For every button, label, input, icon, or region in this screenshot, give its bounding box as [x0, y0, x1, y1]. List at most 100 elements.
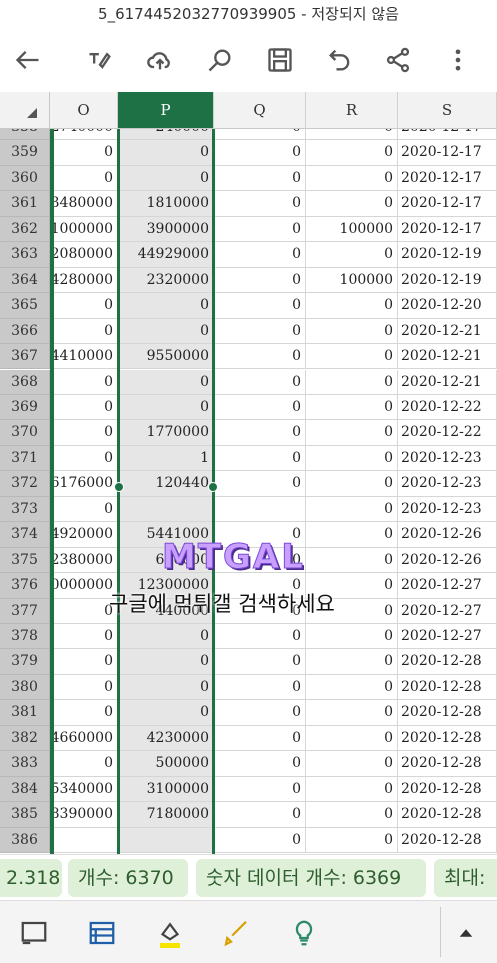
cell-r[interactable]: 0 [306, 318, 398, 345]
cell-o[interactable]: 6176000 [50, 471, 118, 497]
cell-q[interactable]: 0 [214, 674, 306, 701]
cell-s[interactable]: 2020-12-23 [398, 496, 497, 523]
row-header[interactable]: 373 [0, 496, 50, 523]
cell-r[interactable]: 0 [306, 700, 398, 726]
row-header[interactable]: 362 [0, 216, 50, 243]
cell-r[interactable]: 100000 [306, 216, 398, 243]
cell-r[interactable]: 0 [306, 496, 398, 523]
column-header-q[interactable]: Q [214, 92, 306, 129]
cell-o[interactable]: 0 [50, 165, 118, 192]
cell-s[interactable]: 2020-12-23 [398, 471, 497, 497]
cell-p[interactable]: 3900000 [118, 216, 214, 243]
row-header[interactable]: 365 [0, 293, 50, 319]
cell-p[interactable]: 0 [118, 674, 214, 701]
status-chip-max[interactable]: 최대: [434, 859, 497, 897]
cell-r[interactable]: 0 [306, 776, 398, 803]
screen-view-icon[interactable] [16, 915, 52, 951]
cell-q[interactable]: 0 [214, 776, 306, 803]
cell-p[interactable]: 3100000 [118, 776, 214, 803]
cell-p[interactable]: 1770000 [118, 420, 214, 446]
cell-o[interactable]: 2080000 [50, 242, 118, 268]
pen-edit-icon[interactable] [80, 40, 120, 80]
cell-q[interactable]: 0 [214, 369, 306, 395]
row-header[interactable]: 372 [0, 471, 50, 497]
cell-p[interactable]: 120440 [118, 471, 214, 497]
cell-s[interactable]: 2020-12-28 [398, 649, 497, 675]
cell-p[interactable]: 0 [118, 394, 214, 421]
cell-s[interactable]: 2020-12-19 [398, 267, 497, 294]
row-header[interactable]: 379 [0, 649, 50, 675]
cell-o[interactable]: 8390000 [50, 802, 118, 828]
cell-o[interactable]: 2380000 [50, 547, 118, 574]
cell-o[interactable]: 0 [50, 598, 118, 624]
cell-s[interactable]: 2020-12-21 [398, 318, 497, 345]
cell-r[interactable]: 0 [306, 140, 398, 166]
cell-o[interactable]: 0 [50, 293, 118, 319]
cell-s[interactable]: 2020-12-17 [398, 140, 497, 166]
cell-q[interactable]: 0 [214, 191, 306, 217]
cell-r[interactable]: 100000 [306, 267, 398, 294]
row-header[interactable]: 384 [0, 776, 50, 803]
undo-icon[interactable] [320, 40, 360, 80]
cell-r[interactable]: 0 [306, 725, 398, 752]
row-header[interactable]: 381 [0, 700, 50, 726]
cell-q[interactable]: 0 [214, 267, 306, 294]
sheet-list-icon[interactable] [84, 915, 120, 951]
cell-q[interactable]: 0 [214, 242, 306, 268]
cell-q[interactable]: 0 [214, 624, 306, 650]
cell-s[interactable]: 2020-12-28 [398, 802, 497, 828]
column-header-r[interactable]: R [306, 92, 398, 129]
row-header[interactable]: 370 [0, 420, 50, 446]
cell-p[interactable]: 1810000 [118, 191, 214, 217]
cell-q[interactable]: 0 [214, 725, 306, 752]
cell-s[interactable]: 2020-12-23 [398, 445, 497, 472]
cell-r[interactable]: 0 [306, 369, 398, 395]
cell-p[interactable] [118, 827, 214, 854]
cell-s[interactable]: 2020-12-28 [398, 827, 497, 854]
cell-o[interactable] [50, 827, 118, 854]
column-header-p[interactable]: P [118, 92, 214, 129]
cell-o[interactable]: 0 [50, 140, 118, 166]
cell-s[interactable]: 2020-12-17 [398, 216, 497, 243]
cell-s[interactable]: 2020-12-27 [398, 573, 497, 599]
cell-q[interactable]: 0 [214, 344, 306, 370]
cell-o[interactable]: 0 [50, 700, 118, 726]
cell-q[interactable]: 0 [214, 471, 306, 497]
cell-s[interactable]: 2020-12-27 [398, 598, 497, 624]
spreadsheet-grid[interactable]: O P Q R S 3582740000-240000002020-12-173… [0, 92, 497, 854]
status-chip-sum[interactable]: 2.318 [0, 859, 62, 897]
row-header[interactable]: 369 [0, 394, 50, 421]
cell-p[interactable]: 0 [118, 318, 214, 345]
cell-q[interactable]: 0 [214, 420, 306, 446]
cell-p[interactable]: 0 [118, 700, 214, 726]
cell-r[interactable]: 0 [306, 649, 398, 675]
cell-q[interactable]: 0 [214, 293, 306, 319]
cell-s[interactable]: 2020-12-28 [398, 674, 497, 701]
cell-s[interactable]: 2020-12-27 [398, 624, 497, 650]
cell-o[interactable]: 5340000 [50, 776, 118, 803]
cell-o[interactable]: 0 [50, 751, 118, 777]
format-brush-icon[interactable] [218, 915, 254, 951]
cell-q[interactable]: 0 [214, 445, 306, 472]
cell-r[interactable]: 0 [306, 344, 398, 370]
cell-r[interactable]: 0 [306, 191, 398, 217]
cell-o[interactable]: 0 [50, 649, 118, 675]
cell-r[interactable]: 0 [306, 242, 398, 268]
row-header[interactable]: 366 [0, 318, 50, 345]
cell-o[interactable]: 0 [50, 394, 118, 421]
cell-r[interactable]: 0 [306, 674, 398, 701]
cell-q[interactable]: 0 [214, 318, 306, 345]
cell-q[interactable]: 0 [214, 751, 306, 777]
cell-o[interactable]: 4280000 [50, 267, 118, 294]
row-header[interactable]: 371 [0, 445, 50, 472]
cell-s[interactable]: 2020-12-17 [398, 165, 497, 192]
cell-o[interactable]: 0 [50, 420, 118, 446]
cell-r[interactable]: 0 [306, 293, 398, 319]
selection-handle-left[interactable] [114, 482, 124, 492]
cell-r[interactable]: 0 [306, 445, 398, 472]
cell-o[interactable]: 4660000 [50, 725, 118, 752]
row-header[interactable]: 361 [0, 191, 50, 217]
row-header[interactable]: 380 [0, 674, 50, 701]
cell-p[interactable]: 0 [118, 624, 214, 650]
cell-o[interactable]: 0 [50, 624, 118, 650]
